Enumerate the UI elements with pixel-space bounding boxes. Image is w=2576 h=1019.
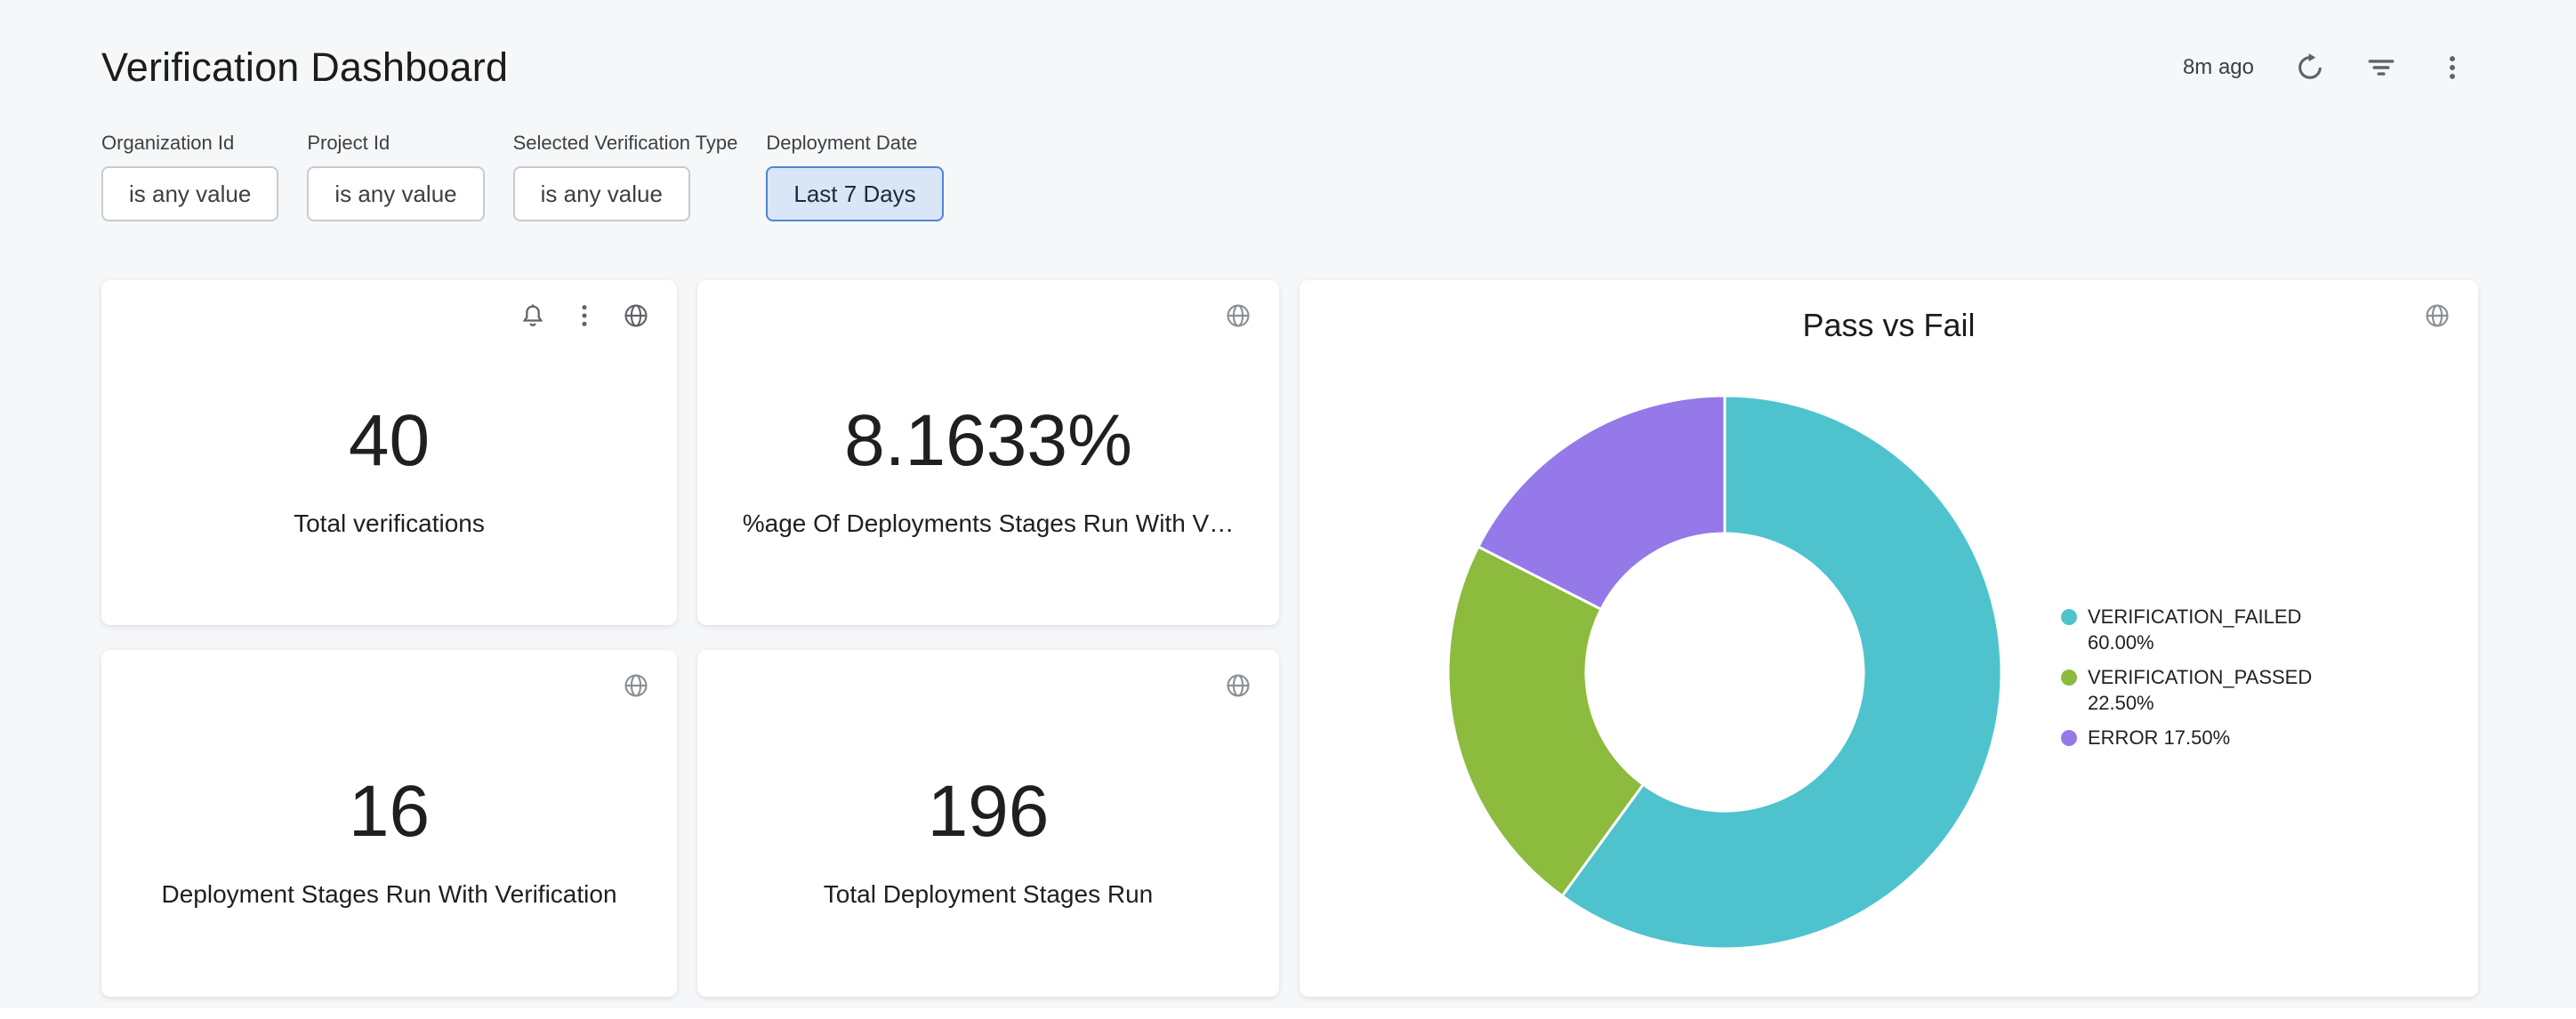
legend-label: ERROR 17.50% (2088, 725, 2230, 750)
tile-stages-with-verification: 16 Deployment Stages Run With Verificati… (101, 650, 677, 997)
tile-grid: 40 Total verifications 8.1633% %age Of D… (101, 280, 2478, 997)
tile-percentage-stages: 8.1633% %age Of Deployments Stages Run W… (697, 280, 1279, 625)
globe-icon[interactable] (1224, 301, 1252, 330)
tile-icon-group (1224, 671, 1252, 700)
filter-label: Organization Id (101, 132, 234, 155)
filter-verification-type: Selected Verification Type is any value (513, 132, 738, 221)
filter-label: Selected Verification Type (513, 132, 738, 155)
legend-item[interactable]: VERIFICATION_FAILED 60.00% (2061, 604, 2346, 655)
page-bottom-strip (0, 1008, 2576, 1019)
last-refresh-text: 8m ago (2183, 55, 2254, 80)
tile-label: Total Deployment Stages Run (824, 880, 1153, 909)
tile-icon-group (2423, 301, 2451, 330)
bell-icon[interactable] (519, 301, 547, 330)
dashboard-page: Verification Dashboard 8m ago (0, 0, 2576, 1008)
tile-value: 40 (349, 399, 430, 483)
tile-value: 16 (349, 770, 430, 854)
tile-value: 196 (928, 770, 1050, 854)
legend-dot (2061, 730, 2077, 746)
legend-dot (2061, 670, 2077, 686)
globe-icon[interactable] (2423, 301, 2451, 330)
tile-icon-group (519, 301, 650, 330)
pass-fail-donut-chart[interactable] (1445, 393, 2004, 951)
legend-label: VERIFICATION_PASSED 22.50% (2088, 664, 2346, 716)
tile-label: Deployment Stages Run With Verification (161, 880, 616, 909)
filter-deployment-date: Deployment Date Last 7 Days (766, 132, 943, 221)
filter-organization-id: Organization Id is any value (101, 132, 278, 221)
tile-pass-vs-fail: Pass vs Fail VERIFICATION_FAILED 60.00%V… (1300, 280, 2478, 997)
filter-value-button-active[interactable]: Last 7 Days (766, 166, 943, 221)
legend-item[interactable]: VERIFICATION_PASSED 22.50% (2061, 664, 2346, 716)
refresh-icon[interactable] (2295, 52, 2325, 83)
tile-icon-group (1224, 301, 1252, 330)
kebab-menu-icon[interactable] (2437, 52, 2467, 83)
tile-value: 8.1633% (844, 399, 1132, 483)
tile-label: %age Of Deployments Stages Run With V… (743, 509, 1234, 538)
kebab-menu-icon[interactable] (570, 301, 599, 330)
filter-label: Project Id (307, 132, 390, 155)
globe-icon[interactable] (1224, 671, 1252, 700)
dashboard-header: Verification Dashboard 8m ago (0, 0, 2576, 91)
filter-label: Deployment Date (766, 132, 917, 155)
tile-label: Total verifications (294, 509, 485, 538)
page-title: Verification Dashboard (101, 44, 508, 91)
filter-value-button[interactable]: is any value (307, 166, 484, 221)
donut-legend: VERIFICATION_FAILED 60.00% VERIFICATION_P… (2061, 604, 2346, 750)
tile-total-verifications: 40 Total verifications (101, 280, 677, 625)
globe-icon[interactable] (622, 301, 650, 330)
tile-icon-group (622, 671, 650, 700)
tile-total-stages-run: 196 Total Deployment Stages Run (697, 650, 1279, 997)
filter-bar: Organization Id is any value Project Id … (0, 91, 2576, 221)
filter-icon[interactable] (2366, 52, 2396, 83)
legend-dot (2061, 609, 2077, 625)
filter-project-id: Project Id is any value (307, 132, 484, 221)
globe-icon[interactable] (622, 671, 650, 700)
header-actions: 8m ago (2183, 52, 2467, 83)
legend-label: VERIFICATION_FAILED 60.00% (2088, 604, 2346, 655)
legend-item[interactable]: ERROR 17.50% (2061, 725, 2346, 750)
filter-value-button[interactable]: is any value (101, 166, 278, 221)
filter-value-button[interactable]: is any value (513, 166, 690, 221)
chart-title: Pass vs Fail (1300, 307, 2478, 344)
